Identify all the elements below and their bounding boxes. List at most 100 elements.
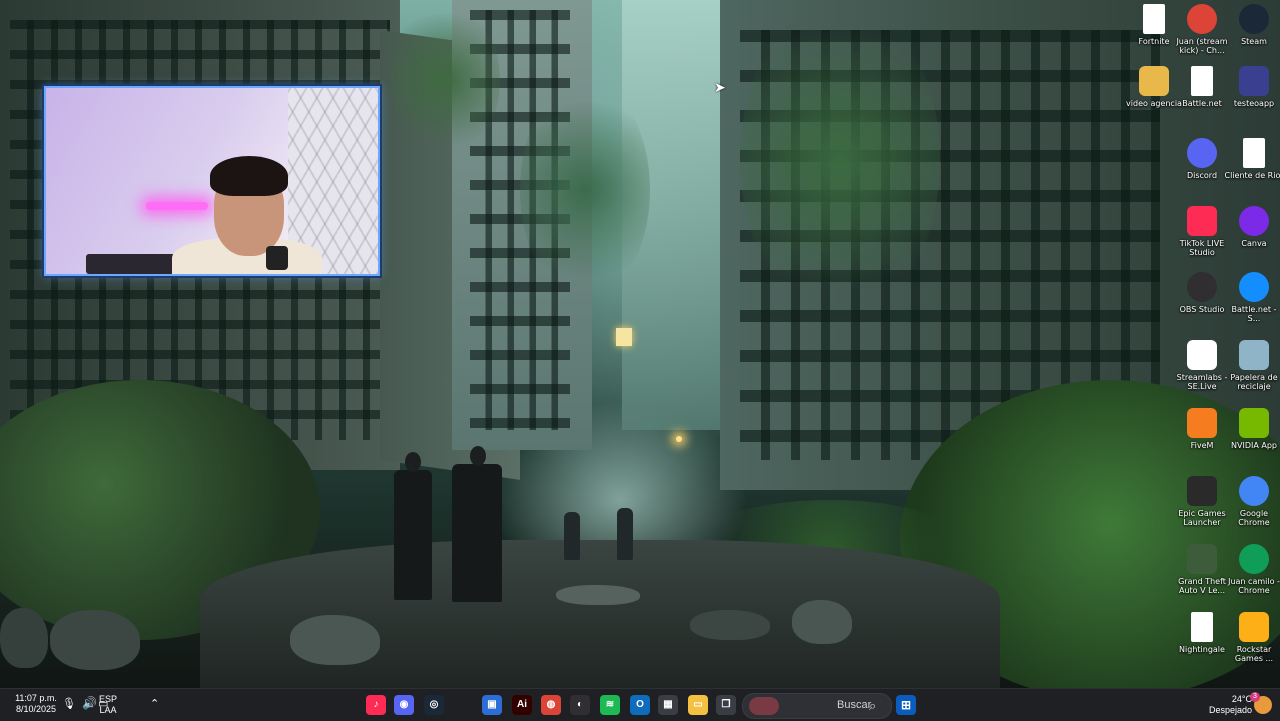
epic-games-icon — [1187, 476, 1217, 506]
desktop-icon[interactable]: FiveM — [1172, 408, 1232, 450]
desktop-icon[interactable]: Fortnite — [1124, 4, 1184, 46]
lit-window — [616, 328, 632, 346]
desktop-icon-label: video agencia — [1126, 99, 1182, 108]
figure-left-head — [405, 452, 421, 472]
desktop-icon[interactable]: NVIDIA App — [1224, 408, 1280, 450]
file-explorer-taskbar-icon[interactable]: ▭ — [688, 695, 708, 715]
rockstar-icon — [1239, 612, 1269, 642]
rock — [792, 600, 852, 644]
figure-left — [394, 470, 432, 600]
search-icon: ⌕ — [869, 698, 877, 713]
desktop-icon[interactable]: Canva — [1224, 206, 1280, 248]
chrome-icon — [1187, 4, 1217, 34]
file-icon — [1243, 138, 1265, 168]
task-view-taskbar-icon[interactable]: ❐ — [716, 695, 736, 715]
chrome-taskbar-icon[interactable]: ◍ — [541, 695, 561, 715]
desktop-icon-label: NVIDIA App — [1231, 441, 1277, 450]
desktop-icon[interactable]: Juan camilo - Chrome — [1224, 544, 1280, 595]
weather-desc: Despejado — [1208, 705, 1252, 715]
folder-icon — [1139, 66, 1169, 96]
desktop-icon-label: Papelera de reciclaje — [1230, 373, 1278, 391]
search-box[interactable]: Buscar ⌕ — [742, 693, 892, 719]
figure-far-left — [564, 512, 580, 560]
weather-temp: 24°C — [1231, 694, 1252, 704]
store-taskbar-icon[interactable]: ▦ — [658, 695, 678, 715]
illustrator-taskbar-icon[interactable]: Ai — [512, 695, 532, 715]
desktop-icon[interactable]: Epic Games Launcher — [1172, 476, 1232, 527]
desktop-icon[interactable]: Papelera de reciclaje — [1224, 340, 1280, 391]
desktop-icon-label: Fortnite — [1138, 37, 1170, 46]
fivem-icon — [1187, 408, 1217, 438]
desktop-icon[interactable]: Grand Theft Auto V Le... — [1172, 544, 1232, 595]
file-icon — [1143, 4, 1165, 34]
language-top: ESP — [98, 694, 117, 704]
weather-widget[interactable]: 24°C Despejado — [1196, 694, 1252, 716]
desktop-icon[interactable]: Battle.net - S... — [1224, 272, 1280, 323]
language-indicator[interactable]: ESP LAA — [96, 694, 120, 716]
volume-icon[interactable]: 🔊 — [82, 696, 97, 716]
desktop-icon[interactable]: OBS Studio — [1172, 272, 1232, 314]
search-placeholder: Buscar — [837, 699, 872, 711]
desktop-icon-label: OBS Studio — [1179, 305, 1225, 314]
desktop-icon[interactable]: Cliente de Riot — [1224, 138, 1280, 180]
tiktok-icon — [1187, 206, 1217, 236]
spotify-taskbar-icon[interactable]: ≋ — [600, 695, 620, 715]
desktop-icon-label: TikTok LIVE Studio — [1179, 239, 1225, 257]
rock — [0, 608, 48, 668]
steam-taskbar-icon[interactable]: ◎ — [424, 695, 444, 715]
canva-icon — [1239, 206, 1269, 236]
desktop-icon[interactable]: Steam — [1224, 4, 1280, 46]
chevron-up-icon[interactable]: ⌃ — [150, 697, 159, 717]
search-highlight-image — [749, 697, 779, 715]
desktop-icon[interactable]: TikTok LIVE Studio — [1172, 206, 1232, 257]
discord-taskbar-icon[interactable]: ◉ — [394, 695, 414, 715]
desktop-icon-label: testeoapp — [1233, 99, 1275, 108]
neon-light — [146, 202, 208, 210]
ground-path — [200, 540, 1000, 688]
photos-taskbar-icon[interactable]: ▣ — [482, 695, 502, 715]
rock — [50, 610, 140, 670]
streamelements-icon — [1187, 340, 1217, 370]
foliage-right-top — [740, 0, 940, 320]
tiktok-taskbar-icon[interactable]: ♪ — [366, 695, 386, 715]
start-button[interactable]: ⊞ — [896, 695, 916, 715]
discord-icon — [1187, 138, 1217, 168]
nvidia-icon — [1239, 408, 1269, 438]
desktop-icon[interactable]: Streamlabs - SE.Live — [1172, 340, 1232, 391]
desktop-icon[interactable]: Discord — [1172, 138, 1232, 180]
taskbar: 11:07 p.m. 8/10/2025 🔊 ▭ 🎙 ESP LAA ⌃ ♪ ◉ ◎… — [0, 688, 1280, 721]
obs-icon — [1187, 272, 1217, 302]
obs-taskbar-icon[interactable]: ◐ — [570, 695, 590, 715]
desktop-icon-label: Battle.net - S... — [1231, 305, 1277, 323]
desktop-icon-label: Streamlabs - SE.Live — [1176, 373, 1228, 391]
webcam-overlay[interactable] — [44, 86, 380, 276]
desktop-icon-label: Nightingale — [1179, 645, 1225, 654]
steam-icon — [1239, 4, 1269, 34]
rock — [556, 585, 640, 605]
desktop-icon[interactable]: Rockstar Games ... — [1224, 612, 1280, 663]
desktop-icon-label: Steam — [1241, 37, 1267, 46]
outlook-taskbar-icon[interactable]: O — [630, 695, 650, 715]
person-hair — [210, 156, 288, 196]
app-icon — [1239, 66, 1269, 96]
desktop-icon-label: Grand Theft Auto V Le... — [1178, 577, 1226, 595]
notification-badge: 3 — [1250, 692, 1260, 702]
microphone-icon[interactable]: 🎙 — [62, 697, 76, 717]
desktop-icon[interactable]: Nightingale — [1172, 612, 1232, 654]
clock[interactable]: 11:07 p.m. 8/10/2025 — [8, 693, 64, 715]
lamp-light — [676, 436, 682, 442]
desktop-icon-label: Canva — [1241, 239, 1267, 248]
desktop-icon[interactable]: testeoapp — [1224, 66, 1280, 108]
desktop-icon-label: FiveM — [1190, 441, 1214, 450]
desk-equipment — [86, 254, 176, 274]
file-icon — [1191, 66, 1213, 96]
language-bottom: LAA — [99, 705, 117, 715]
figure-center — [452, 464, 502, 602]
foliage-center — [520, 80, 650, 300]
file-icon — [1191, 612, 1213, 642]
desktop-icon[interactable]: Google Chrome — [1224, 476, 1280, 527]
desktop-icon[interactable]: video agencia — [1124, 66, 1184, 108]
clock-date: 8/10/2025 — [15, 704, 57, 714]
recycle-bin-icon — [1239, 340, 1269, 370]
desktop-icon-label: Juan camilo - Chrome — [1228, 577, 1280, 595]
